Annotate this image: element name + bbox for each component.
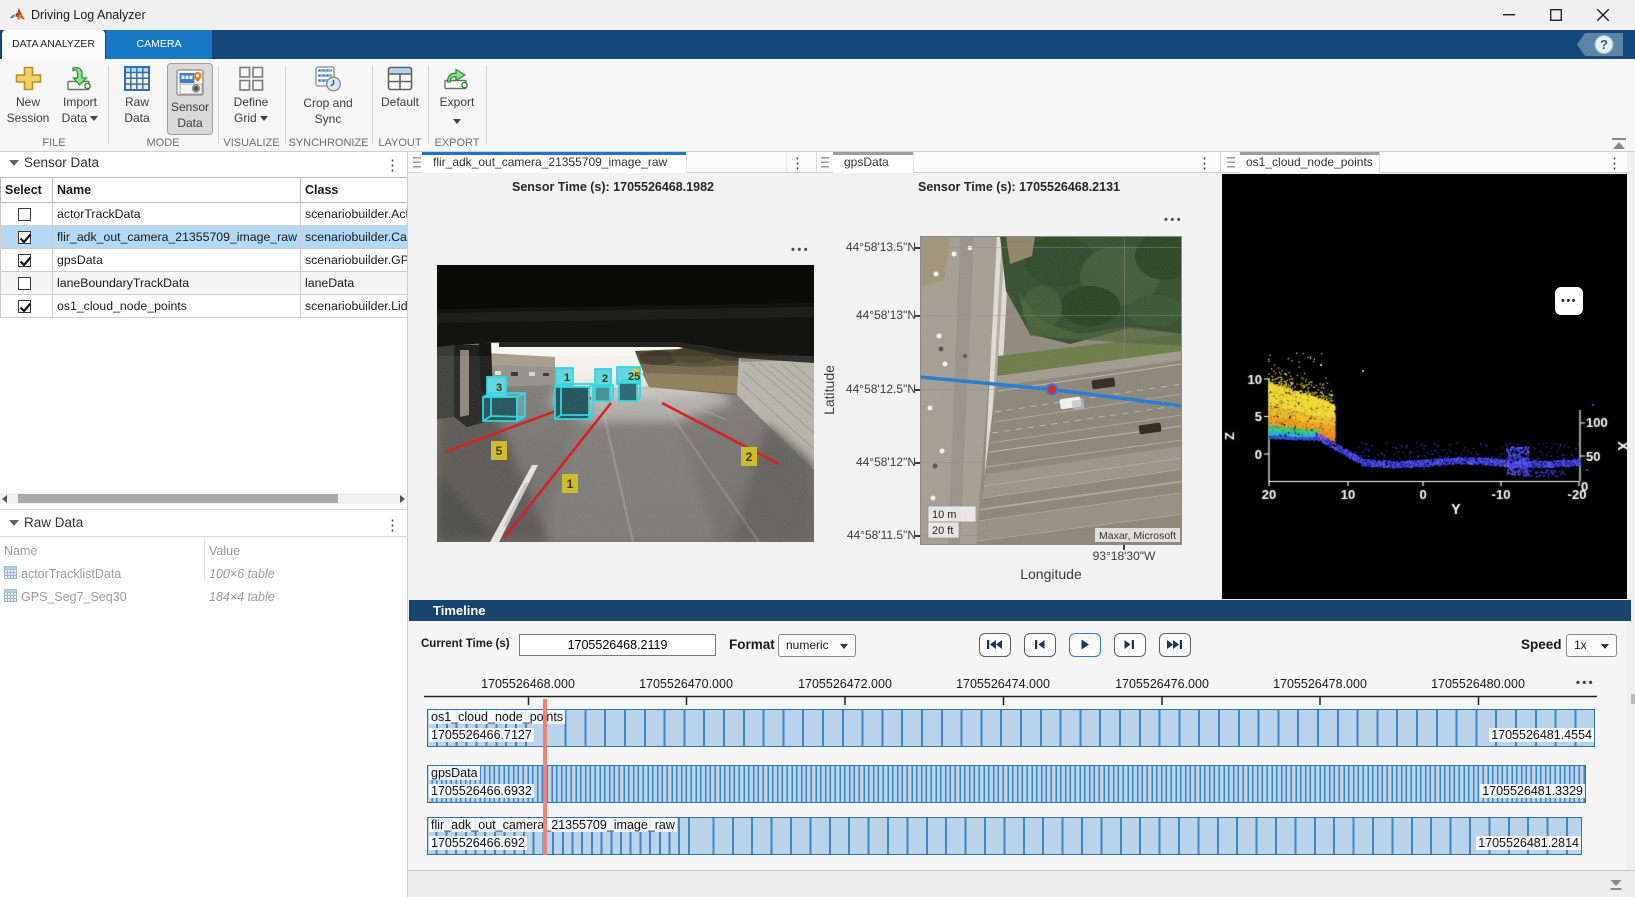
svg-text:?: ? [1600,37,1608,52]
